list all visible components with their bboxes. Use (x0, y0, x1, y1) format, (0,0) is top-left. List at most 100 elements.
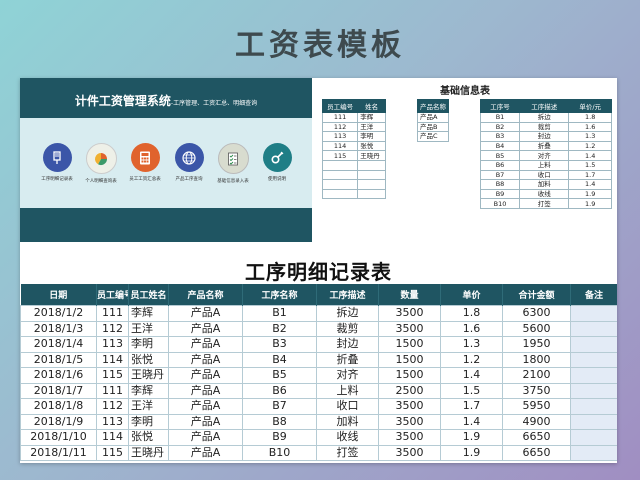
process-cell[interactable]: B7 (242, 398, 317, 415)
employee-id-cell[interactable]: 115 (96, 367, 129, 384)
date-cell[interactable]: 2018/1/9 (20, 413, 97, 430)
employee-id-cell[interactable]: 112 (96, 320, 129, 337)
employee-name-cell[interactable]: 李辉 (357, 112, 386, 123)
spreadsheet[interactable]: 计件工资管理系统-工序管理、工资汇总、明细查询 工序明细记录表 个人明细查询表 … (20, 78, 617, 463)
employee-name-cell[interactable]: 王洋 (128, 398, 169, 415)
process-cell[interactable]: B2 (242, 320, 317, 337)
employee-id-cell[interactable] (321, 188, 359, 200)
process-price-cell[interactable]: 1.2 (568, 140, 612, 152)
product-cell[interactable]: 产品A (168, 305, 243, 322)
process-id-cell[interactable]: B9 (479, 188, 521, 200)
menu-item-detail-record[interactable]: 工序明细记录表 (36, 143, 78, 183)
employee-name-cell[interactable]: 张悦 (357, 140, 386, 152)
product-cell[interactable]: 产品A (168, 398, 243, 415)
employee-name-cell[interactable]: 李明 (128, 336, 169, 353)
employee-id-cell[interactable]: 112 (96, 398, 129, 415)
product-cell[interactable]: 产品A (168, 367, 243, 384)
employee-name-cell[interactable] (357, 188, 386, 200)
process-desc-cell[interactable]: 裁剪 (519, 121, 570, 133)
unit-price-cell[interactable]: 1.4 (440, 367, 503, 384)
remark-cell[interactable] (570, 398, 617, 415)
total-cell[interactable]: 1800 (502, 351, 571, 368)
product-cell[interactable]: 产品A (168, 320, 243, 337)
process-id-cell[interactable]: B2 (479, 121, 521, 133)
process-desc-cell[interactable]: 收线 (316, 429, 379, 446)
unit-price-cell[interactable]: 1.2 (440, 351, 503, 368)
remark-cell[interactable] (570, 305, 617, 322)
process-price-cell[interactable]: 1.4 (568, 179, 612, 190)
process-price-cell[interactable]: 1.9 (568, 188, 612, 200)
employee-id-cell[interactable]: 115 (321, 150, 359, 161)
process-desc-cell[interactable]: 拆边 (519, 112, 570, 123)
process-id-cell[interactable]: B5 (479, 150, 521, 161)
menu-item-personal-query[interactable]: 个人明细查询表 (80, 143, 122, 185)
employee-name-cell[interactable]: 王洋 (128, 320, 169, 337)
quantity-cell[interactable]: 3500 (378, 320, 441, 337)
process-desc-cell[interactable]: 对齐 (316, 367, 379, 384)
total-cell[interactable]: 5600 (502, 320, 571, 337)
quantity-cell[interactable]: 1500 (378, 367, 441, 384)
process-id-cell[interactable]: B6 (479, 159, 521, 171)
process-cell[interactable]: B5 (242, 367, 317, 384)
employee-id-cell[interactable]: 111 (96, 382, 129, 399)
date-cell[interactable]: 2018/1/11 (20, 444, 97, 461)
employee-id-cell[interactable]: 113 (96, 336, 129, 353)
employee-name-cell[interactable] (357, 169, 386, 181)
employee-name-cell[interactable] (357, 159, 386, 171)
employee-id-cell[interactable]: 114 (96, 351, 129, 368)
product-cell[interactable]: 产品A (168, 444, 243, 461)
process-cell[interactable]: B3 (242, 336, 317, 353)
process-desc-cell[interactable]: 加料 (316, 413, 379, 430)
total-cell[interactable]: 6300 (502, 305, 571, 322)
quantity-cell[interactable]: 1500 (378, 351, 441, 368)
employee-id-cell[interactable]: 112 (321, 121, 359, 133)
unit-price-cell[interactable]: 1.8 (440, 305, 503, 322)
remark-cell[interactable] (570, 444, 617, 461)
process-desc-cell[interactable]: 上料 (316, 382, 379, 399)
menu-item-salary-summary[interactable]: 员工工资汇总表 (124, 143, 166, 183)
quantity-cell[interactable]: 3500 (378, 305, 441, 322)
employee-name-cell[interactable]: 张悦 (128, 429, 169, 446)
date-cell[interactable]: 2018/1/8 (20, 398, 97, 415)
quantity-cell[interactable]: 3500 (378, 429, 441, 446)
unit-price-cell[interactable]: 1.6 (440, 320, 503, 337)
quantity-cell[interactable]: 2500 (378, 382, 441, 399)
product-cell[interactable]: 产品A (168, 382, 243, 399)
quantity-cell[interactable]: 3500 (378, 444, 441, 461)
product-name-cell[interactable]: 产品C (417, 131, 449, 142)
process-cell[interactable]: B10 (242, 444, 317, 461)
process-id-cell[interactable]: B4 (479, 140, 521, 152)
menu-item-product-query[interactable]: 产品工序查询 (168, 143, 210, 183)
process-desc-cell[interactable]: 打签 (519, 198, 570, 209)
process-id-cell[interactable]: B3 (479, 131, 521, 142)
product-cell[interactable]: 产品A (168, 336, 243, 353)
total-cell[interactable]: 2100 (502, 367, 571, 384)
process-desc-cell[interactable]: 对齐 (519, 150, 570, 161)
date-cell[interactable]: 2018/1/10 (20, 429, 97, 446)
employee-id-cell[interactable] (321, 179, 359, 190)
employee-name-cell[interactable] (357, 179, 386, 190)
employee-id-cell[interactable] (321, 169, 359, 181)
product-cell[interactable]: 产品A (168, 429, 243, 446)
process-price-cell[interactable]: 1.8 (568, 112, 612, 123)
remark-cell[interactable] (570, 367, 617, 384)
employee-name-cell[interactable]: 李辉 (128, 382, 169, 399)
process-price-cell[interactable]: 1.4 (568, 150, 612, 161)
total-cell[interactable]: 1950 (502, 336, 571, 353)
date-cell[interactable]: 2018/1/3 (20, 320, 97, 337)
date-cell[interactable]: 2018/1/7 (20, 382, 97, 399)
remark-cell[interactable] (570, 336, 617, 353)
date-cell[interactable]: 2018/1/6 (20, 367, 97, 384)
employee-id-cell[interactable]: 111 (96, 305, 129, 322)
process-id-cell[interactable]: B10 (479, 198, 521, 209)
process-desc-cell[interactable]: 折叠 (316, 351, 379, 368)
employee-id-cell[interactable]: 113 (321, 131, 359, 142)
employee-name-cell[interactable]: 王晓丹 (357, 150, 386, 161)
process-cell[interactable]: B1 (242, 305, 317, 322)
employee-id-cell[interactable]: 114 (96, 429, 129, 446)
process-id-cell[interactable]: B8 (479, 179, 521, 190)
process-id-cell[interactable]: B7 (479, 169, 521, 181)
unit-price-cell[interactable]: 1.9 (440, 429, 503, 446)
process-price-cell[interactable]: 1.5 (568, 159, 612, 171)
product-name-cell[interactable]: 产品A (417, 112, 449, 123)
